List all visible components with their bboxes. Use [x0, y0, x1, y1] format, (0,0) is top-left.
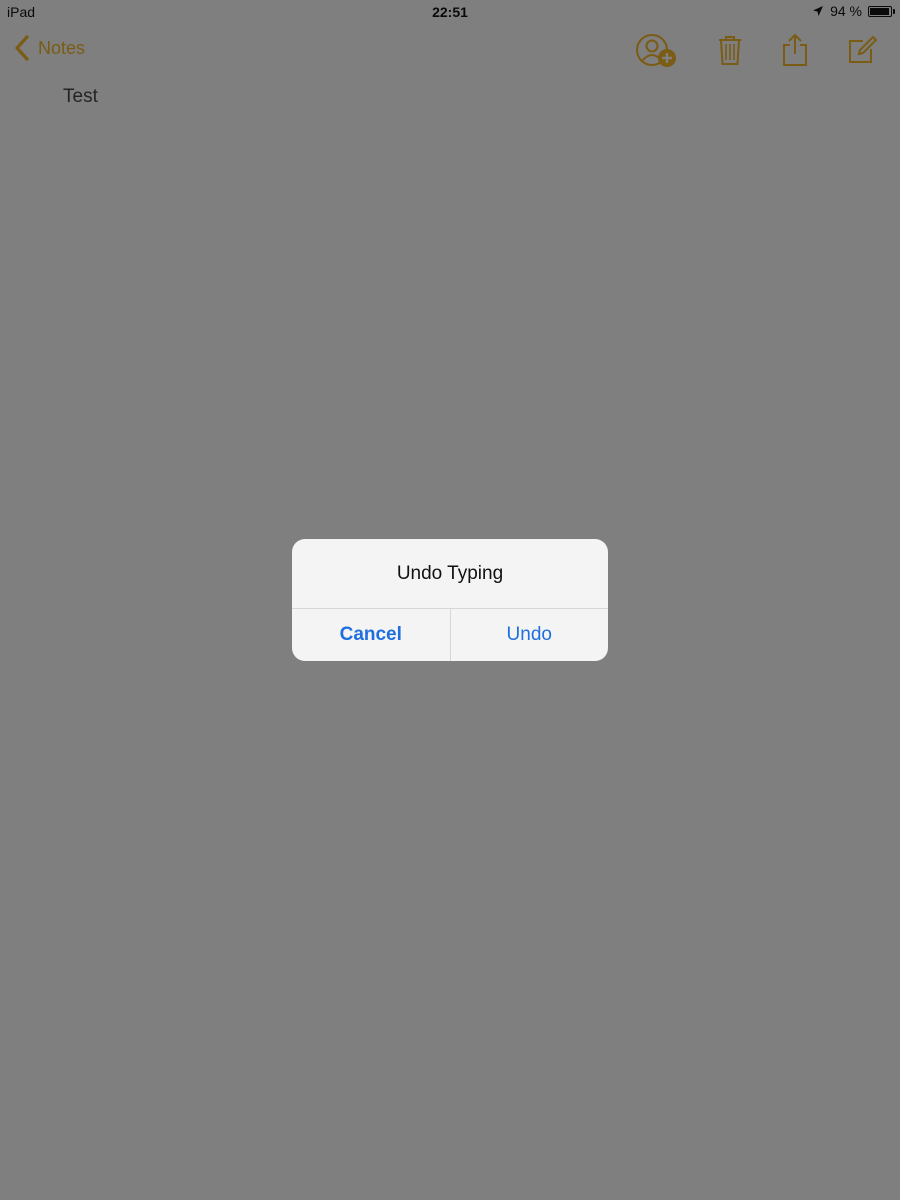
add-person-button[interactable] — [634, 30, 678, 70]
back-button[interactable]: Notes — [14, 34, 85, 62]
battery-percent: 94 % — [830, 3, 862, 19]
battery-level — [870, 7, 889, 15]
undo-alert-dialog: Undo Typing Cancel Undo — [292, 539, 608, 661]
undo-button[interactable]: Undo — [451, 609, 609, 661]
navigation-bar: Notes — [0, 24, 900, 76]
clock: 22:51 — [432, 4, 468, 20]
status-right: 94 % — [812, 3, 895, 19]
share-icon — [783, 33, 807, 66]
chevron-left-icon — [15, 35, 29, 61]
alert-buttons: Cancel Undo — [292, 609, 608, 661]
trash-button[interactable] — [708, 30, 752, 70]
note-content[interactable]: Test — [63, 86, 98, 108]
cancel-button[interactable]: Cancel — [292, 609, 451, 661]
share-button[interactable] — [773, 30, 817, 70]
alert-title: Undo Typing — [292, 539, 608, 609]
add-person-icon — [636, 34, 676, 67]
compose-icon — [849, 35, 877, 63]
status-bar: iPad 22:51 94 % — [0, 0, 900, 24]
back-label: Notes — [38, 37, 86, 58]
compose-button[interactable] — [840, 30, 884, 70]
location-arrow-icon — [813, 6, 824, 16]
trash-icon — [719, 36, 741, 65]
battery-icon — [868, 5, 895, 17]
